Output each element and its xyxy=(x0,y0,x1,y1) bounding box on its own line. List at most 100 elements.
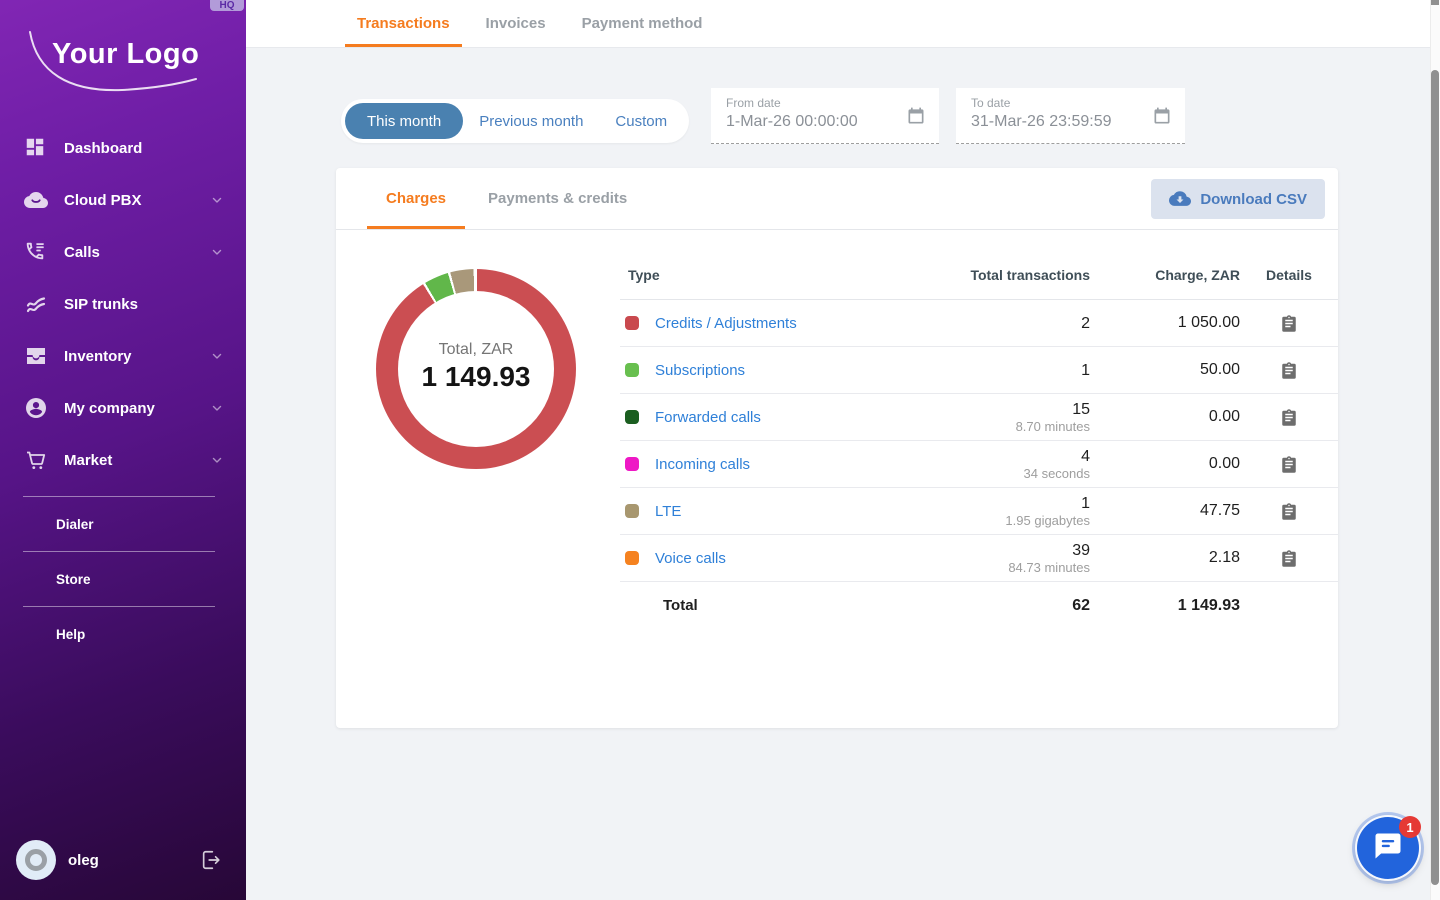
transactions-volume: 8.70 minutes xyxy=(950,419,1090,435)
table-row-forwarded-calls: Forwarded calls 158.70 minutes0.00 xyxy=(620,394,1338,441)
from-date-label: From date xyxy=(726,96,927,110)
sidebar-item-market[interactable]: Market xyxy=(0,434,246,486)
type-link[interactable]: Subscriptions xyxy=(655,362,745,379)
calendar-icon[interactable] xyxy=(906,106,926,126)
transactions-volume: 1.95 gigabytes xyxy=(950,513,1090,529)
card-tabs: ChargesPayments & credits xyxy=(367,168,650,229)
charges-table: Type Total transactions Charge, ZAR Deta… xyxy=(620,250,1338,629)
charge-value: 47.75 xyxy=(1090,502,1240,520)
details-clipboard-icon[interactable] xyxy=(1280,360,1298,381)
type-color-swatch xyxy=(625,316,639,330)
avatar-ring-icon xyxy=(25,849,47,871)
sidebar-item-help[interactable]: Help xyxy=(0,607,246,661)
sidebar-item-cloud-pbx[interactable]: Cloud PBX xyxy=(0,174,246,226)
from-date-field[interactable]: From date 1-Mar-26 00:00:00 xyxy=(711,88,939,144)
type-link[interactable]: Voice calls xyxy=(655,550,726,567)
logout-icon[interactable] xyxy=(200,849,222,871)
details-clipboard-icon[interactable] xyxy=(1280,454,1298,475)
transactions-count: 39 xyxy=(950,541,1090,560)
sidebar-item-label: Market xyxy=(64,452,210,469)
chevron-down-icon xyxy=(210,245,224,259)
notification-badge: 1 xyxy=(1399,816,1421,838)
sidebar-item-store[interactable]: Store xyxy=(0,552,246,606)
main-area: Transactions Invoices Payment method This … xyxy=(246,0,1440,900)
logo-text: Your Logo xyxy=(52,38,199,71)
sidebar-item-label: Cloud PBX xyxy=(64,192,210,209)
col-header-charge: Charge, ZAR xyxy=(1090,267,1240,283)
date-range-selector: This monthPrevious monthCustom xyxy=(341,99,689,143)
scrollbar-track[interactable] xyxy=(1430,0,1440,900)
table-row-voice-calls: Voice calls3984.73 minutes2.18 xyxy=(620,535,1338,582)
range-option-previous-month[interactable]: Previous month xyxy=(463,113,599,130)
type-link[interactable]: Credits / Adjustments xyxy=(655,315,797,332)
transactions-card: ChargesPayments & credits Download CSV T… xyxy=(336,168,1338,728)
sidebar-nav: Dashboard Cloud PBX CallsSIP trunks Invento… xyxy=(0,122,246,486)
cloud-download-icon xyxy=(1169,191,1191,207)
chevron-down-icon xyxy=(210,193,224,207)
type-link[interactable]: Forwarded calls xyxy=(655,409,761,426)
transactions-count: 15 xyxy=(950,400,1090,419)
download-csv-label: Download CSV xyxy=(1200,191,1307,208)
sidebar-item-label: My company xyxy=(64,400,210,417)
table-row-incoming-calls: Incoming calls434 seconds0.00 xyxy=(620,441,1338,488)
table-total-row: Total 62 1 149.93 xyxy=(620,582,1338,629)
chat-icon xyxy=(1373,831,1403,866)
details-clipboard-icon[interactable] xyxy=(1280,407,1298,428)
dashboard-icon xyxy=(24,136,48,160)
table-row-credits-adjustments: Credits / Adjustments21 050.00 xyxy=(620,300,1338,347)
range-option-custom[interactable]: Custom xyxy=(599,113,683,130)
chevron-down-icon xyxy=(210,401,224,415)
col-header-details: Details xyxy=(1240,267,1338,283)
tab-invoices[interactable]: Invoices xyxy=(474,0,558,47)
type-link[interactable]: Incoming calls xyxy=(655,456,750,473)
sidebar-item-my-company[interactable]: My company xyxy=(0,382,246,434)
sidebar-item-label: Inventory xyxy=(64,348,210,365)
details-clipboard-icon[interactable] xyxy=(1280,501,1298,522)
market-icon xyxy=(24,448,48,472)
sidebar-item-sip-trunks[interactable]: SIP trunks xyxy=(0,278,246,330)
type-color-swatch xyxy=(625,363,639,377)
card-header: ChargesPayments & credits Download CSV xyxy=(336,168,1338,230)
user-row: oleg xyxy=(0,830,246,890)
sidebar-secondary-nav: DialerStoreHelp xyxy=(0,496,246,661)
to-date-field[interactable]: To date 31-Mar-26 23:59:59 xyxy=(956,88,1185,144)
scrollbar-thumb[interactable] xyxy=(1431,70,1439,885)
details-clipboard-icon[interactable] xyxy=(1280,313,1298,334)
calls-icon xyxy=(24,240,48,264)
table-row-lte: LTE 11.95 gigabytes47.75 xyxy=(620,488,1338,535)
type-link[interactable]: LTE xyxy=(655,503,681,520)
charges-donut-chart: Total, ZAR 1 149.93 xyxy=(376,269,576,469)
total-transactions: 62 xyxy=(950,596,1090,615)
type-color-swatch xyxy=(625,504,639,518)
tab-payments-credits[interactable]: Payments & credits xyxy=(469,168,646,229)
charge-value: 2.18 xyxy=(1090,549,1240,567)
from-date-value: 1-Mar-26 00:00:00 xyxy=(726,113,927,131)
sidebar-item-calls[interactable]: Calls xyxy=(0,226,246,278)
my-company-icon xyxy=(24,396,48,420)
avatar[interactable] xyxy=(16,840,56,880)
type-color-swatch xyxy=(625,551,639,565)
col-header-transactions: Total transactions xyxy=(950,267,1090,283)
total-charge: 1 149.93 xyxy=(1090,597,1240,615)
tab-payment-method[interactable]: Payment method xyxy=(570,0,715,47)
details-clipboard-icon[interactable] xyxy=(1280,548,1298,569)
charge-value: 0.00 xyxy=(1090,408,1240,426)
tab-charges[interactable]: Charges xyxy=(367,168,465,229)
type-color-swatch xyxy=(625,410,639,424)
sidebar-item-dashboard[interactable]: Dashboard xyxy=(0,122,246,174)
inventory-icon xyxy=(24,344,48,368)
logo: Your Logo xyxy=(0,0,246,122)
calendar-icon[interactable] xyxy=(1152,106,1172,126)
download-csv-button[interactable]: Download CSV xyxy=(1151,179,1325,219)
sidebar-item-label: Dashboard xyxy=(64,140,224,157)
tab-transactions[interactable]: Transactions xyxy=(345,0,462,47)
donut-total-value: 1 149.93 xyxy=(376,361,576,393)
sidebar-item-inventory[interactable]: Inventory xyxy=(0,330,246,382)
range-option-this-month[interactable]: This month xyxy=(345,103,463,139)
type-color-swatch xyxy=(625,457,639,471)
col-header-type: Type xyxy=(620,267,950,283)
sidebar-item-dialer[interactable]: Dialer xyxy=(0,497,246,551)
sidebar: HQ Your Logo DashboardCloud PBXCallsSIP … xyxy=(0,0,246,900)
transactions-count: 1 xyxy=(950,494,1090,513)
chevron-down-icon xyxy=(210,349,224,363)
